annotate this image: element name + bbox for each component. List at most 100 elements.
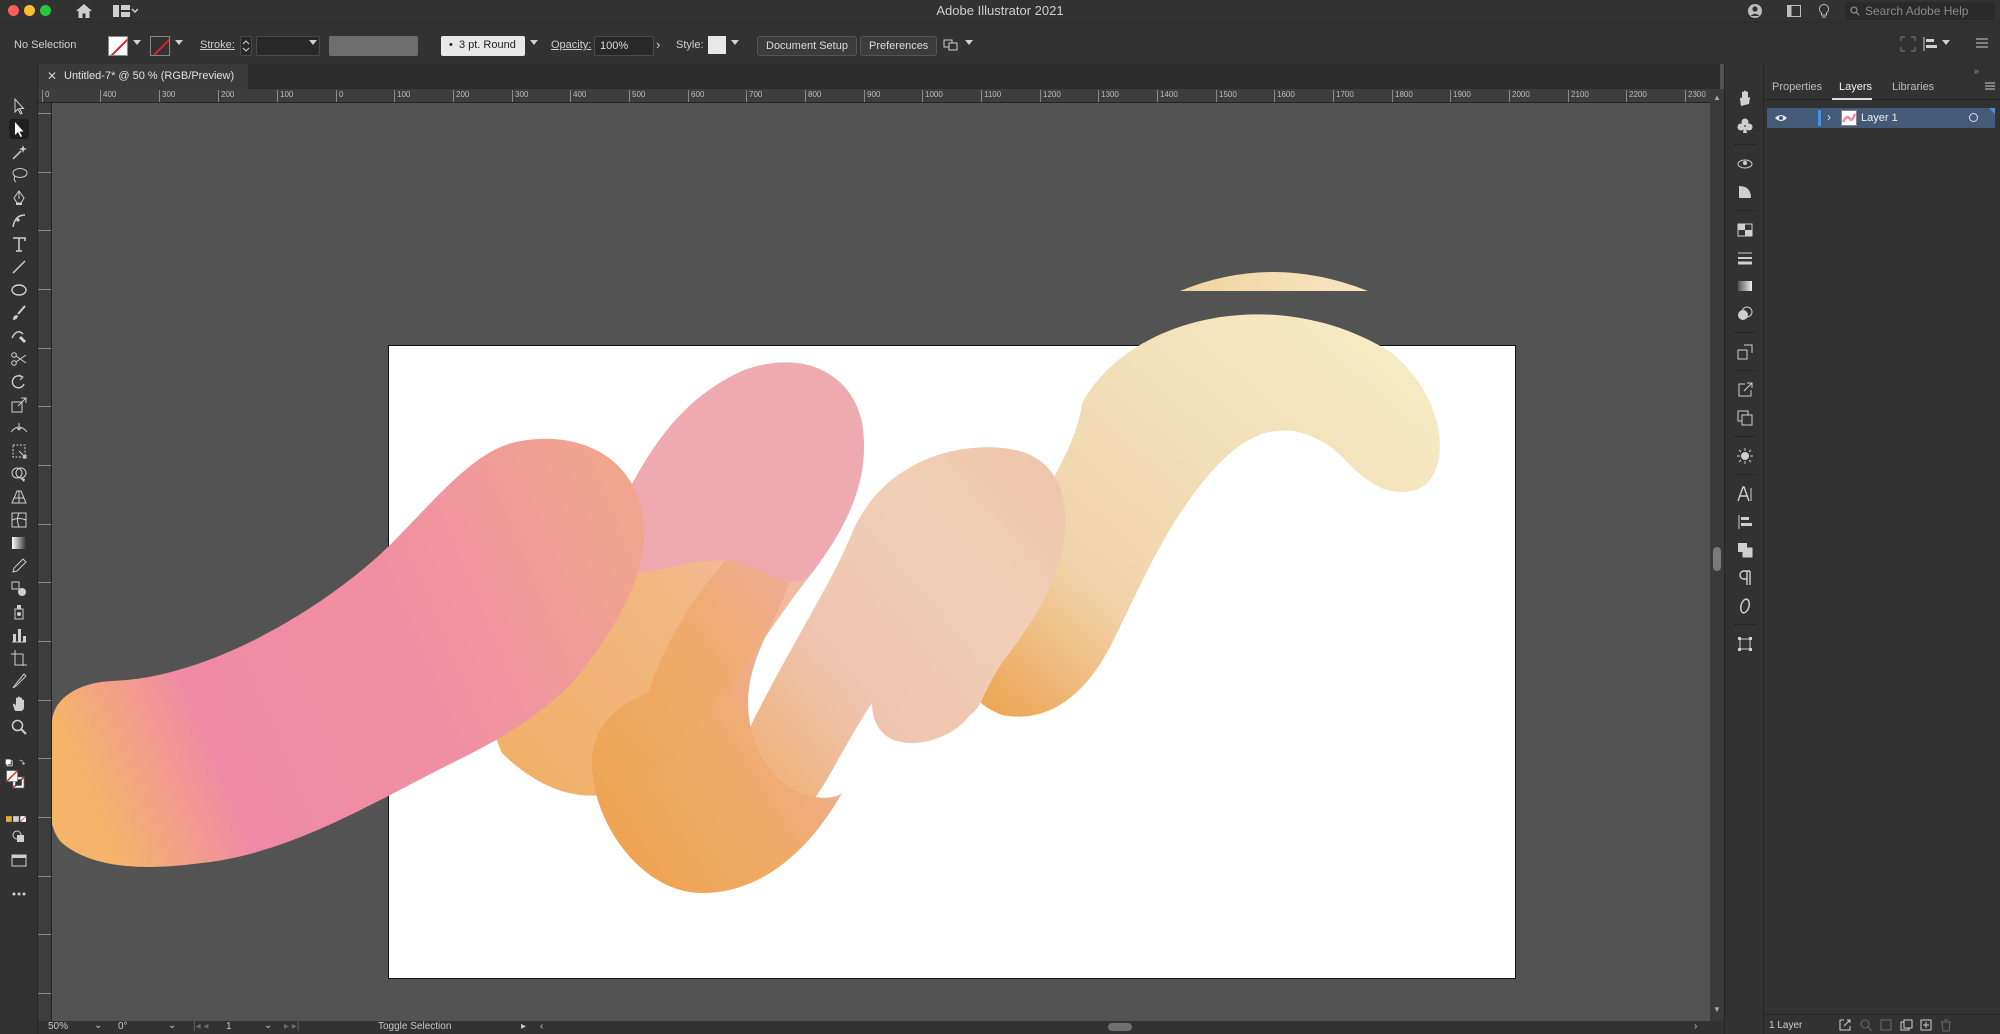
selection-tool-icon[interactable]: [9, 96, 29, 116]
transparency-icon[interactable]: [1735, 182, 1755, 202]
type-tool-icon[interactable]: [9, 234, 29, 254]
visibility-eye-icon[interactable]: [1774, 112, 1788, 127]
create-new-layer-icon[interactable]: [1919, 1018, 1933, 1034]
curvature-tool-icon[interactable]: [9, 211, 29, 231]
artboard-tool-icon[interactable]: [9, 648, 29, 668]
search-help-input[interactable]: Search Adobe Help: [1845, 2, 1995, 20]
zoom-tool-icon[interactable]: [9, 717, 29, 737]
tab-libraries[interactable]: Libraries: [1892, 81, 1934, 93]
stroke-stepper[interactable]: [240, 36, 252, 56]
canvas-area[interactable]: [52, 103, 1710, 1021]
asset-export-icon[interactable]: [1735, 342, 1755, 362]
column-graph-tool-icon[interactable]: [9, 625, 29, 645]
scroll-up-chevron-icon[interactable]: ▲: [1713, 93, 1721, 102]
stroke-weight-field[interactable]: [256, 36, 320, 56]
artboard-number-field[interactable]: 1: [226, 1021, 232, 1032]
export-icon[interactable]: [1735, 380, 1755, 400]
expand-layer-chevron-icon[interactable]: ›: [1827, 110, 1831, 124]
align-panel-icon[interactable]: [1735, 512, 1755, 532]
perspective-grid-tool-icon[interactable]: [9, 487, 29, 507]
gradient-tool-icon[interactable]: [9, 533, 29, 553]
paragraph-icon[interactable]: [1735, 568, 1755, 588]
fill-stroke-indicator[interactable]: [6, 770, 34, 798]
free-transform-tool-icon[interactable]: [9, 441, 29, 461]
account-icon[interactable]: [1747, 3, 1763, 19]
graphic-style-swatch[interactable]: [708, 36, 726, 54]
fill-swatch[interactable]: [108, 36, 128, 56]
layer-row[interactable]: › Layer 1: [1767, 108, 1995, 128]
rotation-field[interactable]: 0°: [118, 1021, 128, 1032]
opentype-icon[interactable]: [1735, 596, 1755, 616]
stroke-panel-icon[interactable]: [1735, 248, 1755, 268]
line-segment-tool-icon[interactable]: [9, 257, 29, 277]
stroke-label[interactable]: Stroke:: [200, 39, 235, 51]
layer-target-icon[interactable]: [1969, 113, 1978, 122]
arrange-icon[interactable]: [943, 37, 961, 56]
width-tool-icon[interactable]: [9, 418, 29, 438]
paintbrush-tool-icon[interactable]: [9, 303, 29, 323]
gradient-panel-icon[interactable]: [1735, 276, 1755, 296]
mesh-tool-icon[interactable]: [9, 510, 29, 530]
libraries-cc-icon[interactable]: [1735, 88, 1755, 108]
opacity-label[interactable]: Opacity:: [551, 39, 591, 51]
vertical-scrollbar-thumb[interactable]: [1713, 547, 1721, 571]
tab-properties[interactable]: Properties: [1772, 81, 1822, 93]
eyedropper-tool-icon[interactable]: [9, 556, 29, 576]
zoom-level-field[interactable]: 50%: [48, 1021, 68, 1032]
next-artboard-icon[interactable]: ▸ ▸|: [284, 1021, 299, 1032]
color-guide-icon[interactable]: [1735, 304, 1755, 324]
shaper-tool-icon[interactable]: [9, 326, 29, 346]
panel-menu-icon[interactable]: [1975, 36, 1989, 53]
magic-wand-tool-icon[interactable]: [9, 142, 29, 162]
make-clipping-mask-icon[interactable]: [1879, 1018, 1893, 1034]
artboard-chevron-icon[interactable]: ⌄: [264, 1020, 272, 1031]
character-icon[interactable]: [1735, 484, 1755, 504]
close-tab-icon[interactable]: ✕: [47, 69, 57, 83]
slice-tool-icon[interactable]: [9, 671, 29, 691]
artboards-icon[interactable]: [1735, 408, 1755, 428]
shape-builder-tool-icon[interactable]: [9, 464, 29, 484]
delete-layer-trash-icon[interactable]: [1939, 1018, 1953, 1034]
variable-width-profile[interactable]: [329, 36, 418, 56]
first-artboard-icon[interactable]: |◂ ◂: [193, 1021, 208, 1032]
scale-tool-icon[interactable]: [9, 395, 29, 415]
color-mode-icon[interactable]: [6, 809, 34, 823]
default-colors-icon[interactable]: [5, 753, 33, 767]
status-menu-chevron-icon[interactable]: ▸: [521, 1021, 526, 1032]
rotation-chevron-icon[interactable]: ⌄: [168, 1020, 176, 1031]
pen-tool-icon[interactable]: [9, 188, 29, 208]
symbol-sprayer-tool-icon[interactable]: [9, 602, 29, 622]
draw-mode-icon[interactable]: [9, 827, 29, 847]
brush-dropdown-chevron-icon[interactable]: [530, 40, 538, 45]
opacity-field[interactable]: 100%: [594, 36, 654, 56]
document-tab[interactable]: ✕ Untitled-7* @ 50 % (RGB/Preview): [38, 64, 248, 89]
stroke-swatch[interactable]: [150, 36, 170, 56]
pathfinder-icon[interactable]: [1735, 540, 1755, 560]
blend-tool-icon[interactable]: [9, 579, 29, 599]
transform-icon[interactable]: [1735, 634, 1755, 654]
arrange-chevron-icon[interactable]: [965, 40, 973, 45]
lasso-tool-icon[interactable]: [9, 165, 29, 185]
locate-object-icon[interactable]: [1859, 1018, 1873, 1034]
collect-for-export-icon[interactable]: [1838, 1018, 1852, 1034]
ellipse-tool-icon[interactable]: [9, 280, 29, 300]
preferences-button[interactable]: Preferences: [860, 36, 938, 56]
brush-definition[interactable]: • 3 pt. Round: [441, 36, 525, 56]
tab-layers[interactable]: Layers: [1839, 81, 1872, 93]
stroke-weight-chevron-icon[interactable]: [309, 40, 317, 45]
rotate-tool-icon[interactable]: [9, 372, 29, 392]
document-setup-button[interactable]: Document Setup: [757, 36, 857, 56]
symbols-club-icon[interactable]: [1735, 116, 1755, 136]
zoom-chevron-icon[interactable]: ⌄: [94, 1020, 102, 1031]
direct-selection-tool-icon[interactable]: [9, 119, 29, 139]
gradient-blob-artwork[interactable]: [52, 103, 1710, 1021]
align-icon[interactable]: [1922, 36, 1938, 55]
screen-mode-icon[interactable]: [9, 850, 29, 870]
stroke-dropdown-chevron-icon[interactable]: [175, 40, 183, 45]
style-dropdown-chevron-icon[interactable]: [731, 40, 739, 45]
horizontal-scrollbar-thumb[interactable]: [1108, 1023, 1132, 1031]
opacity-expand-chevron-icon[interactable]: ›: [656, 37, 660, 52]
appearance-icon[interactable]: [1735, 154, 1755, 174]
layer-name[interactable]: Layer 1: [1861, 112, 1898, 124]
isolate-icon[interactable]: [1900, 36, 1916, 55]
